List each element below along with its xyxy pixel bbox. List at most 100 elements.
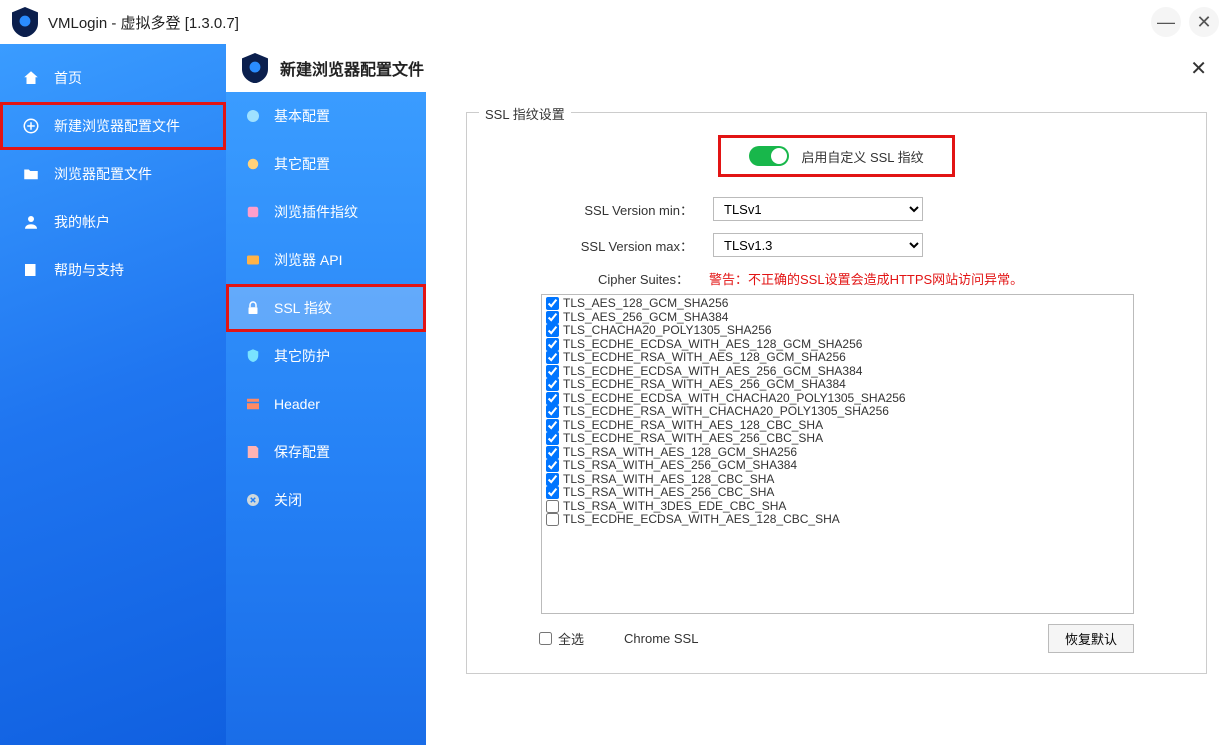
app-logo-icon	[12, 7, 38, 37]
sidebar-item-help[interactable]: 帮助与支持	[0, 246, 226, 294]
sidebar-item-label: 首页	[54, 68, 82, 88]
sub-item-label: Header	[274, 396, 320, 412]
select-all-checkbox[interactable]: 全选	[539, 629, 584, 648]
cipher-name: TLS_ECDHE_ECDSA_WITH_AES_128_CBC_SHA	[563, 513, 840, 527]
sub-item-label: 浏览插件指纹	[274, 202, 358, 222]
sub-item-label: 浏览器 API	[274, 250, 342, 270]
cipher-checkbox[interactable]	[546, 297, 559, 310]
cipher-name: TLS_AES_128_GCM_SHA256	[563, 297, 728, 311]
minimize-button[interactable]: —	[1151, 7, 1181, 37]
cipher-name: TLS_RSA_WITH_AES_128_GCM_SHA256	[563, 446, 797, 460]
cipher-checkbox[interactable]	[546, 419, 559, 432]
sub-item-browser-api[interactable]: 浏览器 API	[226, 236, 426, 284]
cipher-item[interactable]: TLS_ECDHE_ECDSA_WITH_AES_128_CBC_SHA	[546, 513, 1129, 527]
cipher-name: TLS_ECDHE_RSA_WITH_AES_128_GCM_SHA256	[563, 351, 846, 365]
sub-item-label: 其它配置	[274, 154, 330, 174]
dialog-logo-icon	[242, 53, 268, 83]
sub-item-close[interactable]: 关闭	[226, 476, 426, 524]
cipher-checkbox[interactable]	[546, 311, 559, 324]
sidebar-item-new-profile[interactable]: 新建浏览器配置文件	[0, 102, 226, 150]
cipher-item[interactable]: TLS_RSA_WITH_AES_256_GCM_SHA384	[546, 459, 1129, 473]
select-all-label: 全选	[558, 629, 584, 648]
sub-item-label: 保存配置	[274, 442, 330, 462]
cipher-checkbox[interactable]	[546, 378, 559, 391]
cipher-name: TLS_ECDHE_ECDSA_WITH_AES_256_GCM_SHA384	[563, 365, 862, 379]
user-icon	[22, 213, 40, 231]
cipher-checkbox[interactable]	[546, 365, 559, 378]
sub-item-other-config[interactable]: 其它配置	[226, 140, 426, 188]
cipher-item[interactable]: TLS_RSA_WITH_3DES_EDE_CBC_SHA	[546, 500, 1129, 514]
enable-ssl-toggle[interactable]	[749, 146, 789, 166]
cipher-name: TLS_ECDHE_ECDSA_WITH_CHACHA20_POLY1305_S…	[563, 392, 906, 406]
cipher-checkbox[interactable]	[546, 392, 559, 405]
enable-ssl-toggle-box: 启用自定义 SSL 指纹	[718, 135, 954, 177]
cipher-checkbox[interactable]	[546, 446, 559, 459]
cipher-name: TLS_CHACHA20_POLY1305_SHA256	[563, 324, 772, 338]
sidebar-item-label: 我的帐户	[54, 212, 110, 232]
cipher-checkbox[interactable]	[546, 324, 559, 337]
sub-item-other-protection[interactable]: 其它防护	[226, 332, 426, 380]
cipher-item[interactable]: TLS_ECDHE_RSA_WITH_CHACHA20_POLY1305_SHA…	[546, 405, 1129, 419]
sidebar-item-label: 浏览器配置文件	[54, 164, 152, 184]
dialog-title: 新建浏览器配置文件	[280, 56, 424, 80]
sub-item-label: 其它防护	[274, 346, 330, 366]
cipher-name: TLS_ECDHE_RSA_WITH_AES_256_CBC_SHA	[563, 432, 823, 446]
sub-item-header[interactable]: Header	[226, 380, 426, 428]
ssl-warning-text: 警告：不正确的SSL设置会造成HTTPS网站访问异常。	[709, 269, 1023, 288]
sub-item-save[interactable]: 保存配置	[226, 428, 426, 476]
close-circle-icon	[244, 491, 262, 509]
cipher-name: TLS_ECDHE_RSA_WITH_CHACHA20_POLY1305_SHA…	[563, 405, 889, 419]
close-button[interactable]: ✕	[1189, 7, 1219, 37]
header-icon	[244, 395, 262, 413]
cipher-checkbox[interactable]	[546, 432, 559, 445]
sidebar-item-account[interactable]: 我的帐户	[0, 198, 226, 246]
ssl-max-select[interactable]: TLSv1.3	[713, 233, 923, 257]
titlebar: VMLogin - 虚拟多登 [1.3.0.7] — ✕	[0, 0, 1231, 44]
plugin-icon	[244, 203, 262, 221]
cipher-item[interactable]: TLS_CHACHA20_POLY1305_SHA256	[546, 324, 1129, 338]
cipher-item[interactable]: TLS_ECDHE_ECDSA_WITH_AES_256_GCM_SHA384	[546, 365, 1129, 379]
cipher-checkbox[interactable]	[546, 351, 559, 364]
cipher-checkbox[interactable]	[546, 459, 559, 472]
ssl-min-label: SSL Version min：	[539, 200, 713, 219]
cipher-name: TLS_RSA_WITH_3DES_EDE_CBC_SHA	[563, 500, 786, 514]
cipher-suites-list[interactable]: TLS_AES_128_GCM_SHA256TLS_AES_256_GCM_SH…	[541, 294, 1134, 614]
cipher-item[interactable]: TLS_ECDHE_RSA_WITH_AES_128_CBC_SHA	[546, 419, 1129, 433]
ssl-max-label: SSL Version max：	[539, 236, 713, 255]
sub-item-label: 关闭	[274, 490, 302, 510]
book-icon	[22, 261, 40, 279]
sub-item-ssl-fingerprint[interactable]: SSL 指纹	[226, 284, 426, 332]
cipher-checkbox[interactable]	[546, 500, 559, 513]
cipher-item[interactable]: TLS_ECDHE_RSA_WITH_AES_256_GCM_SHA384	[546, 378, 1129, 392]
ssl-min-select[interactable]: TLSv1	[713, 197, 923, 221]
main-sidebar: 首页 新建浏览器配置文件 浏览器配置文件 我的帐户 帮助与支持	[0, 44, 226, 745]
sub-item-label: 基本配置	[274, 106, 330, 126]
lock-icon	[244, 299, 262, 317]
reset-defaults-button[interactable]: 恢复默认	[1048, 624, 1134, 653]
cipher-name: TLS_ECDHE_ECDSA_WITH_AES_128_GCM_SHA256	[563, 338, 862, 352]
cipher-item[interactable]: TLS_ECDHE_ECDSA_WITH_CHACHA20_POLY1305_S…	[546, 392, 1129, 406]
folder-icon	[22, 165, 40, 183]
cipher-checkbox[interactable]	[546, 486, 559, 499]
sidebar-item-profiles[interactable]: 浏览器配置文件	[0, 150, 226, 198]
sub-item-basic[interactable]: 基本配置	[226, 92, 426, 140]
cipher-item[interactable]: TLS_RSA_WITH_AES_256_CBC_SHA	[546, 486, 1129, 500]
cipher-checkbox[interactable]	[546, 513, 559, 526]
cipher-checkbox[interactable]	[546, 405, 559, 418]
cipher-item[interactable]: TLS_RSA_WITH_AES_128_CBC_SHA	[546, 473, 1129, 487]
cipher-item[interactable]: TLS_AES_128_GCM_SHA256	[546, 297, 1129, 311]
settings-icon	[244, 155, 262, 173]
select-all-input[interactable]	[539, 632, 552, 645]
cipher-item[interactable]: TLS_AES_256_GCM_SHA384	[546, 311, 1129, 325]
cipher-item[interactable]: TLS_RSA_WITH_AES_128_GCM_SHA256	[546, 446, 1129, 460]
cipher-item[interactable]: TLS_ECDHE_ECDSA_WITH_AES_128_GCM_SHA256	[546, 338, 1129, 352]
sub-item-plugin-fingerprint[interactable]: 浏览插件指纹	[226, 188, 426, 236]
sidebar-item-home[interactable]: 首页	[0, 54, 226, 102]
cipher-item[interactable]: TLS_ECDHE_RSA_WITH_AES_256_CBC_SHA	[546, 432, 1129, 446]
cipher-checkbox[interactable]	[546, 473, 559, 486]
cipher-name: TLS_RSA_WITH_AES_256_GCM_SHA384	[563, 459, 797, 473]
dialog-header: 新建浏览器配置文件 ✕	[226, 44, 1231, 92]
dialog-close-button[interactable]: ✕	[1182, 52, 1215, 85]
cipher-checkbox[interactable]	[546, 338, 559, 351]
cipher-item[interactable]: TLS_ECDHE_RSA_WITH_AES_128_GCM_SHA256	[546, 351, 1129, 365]
